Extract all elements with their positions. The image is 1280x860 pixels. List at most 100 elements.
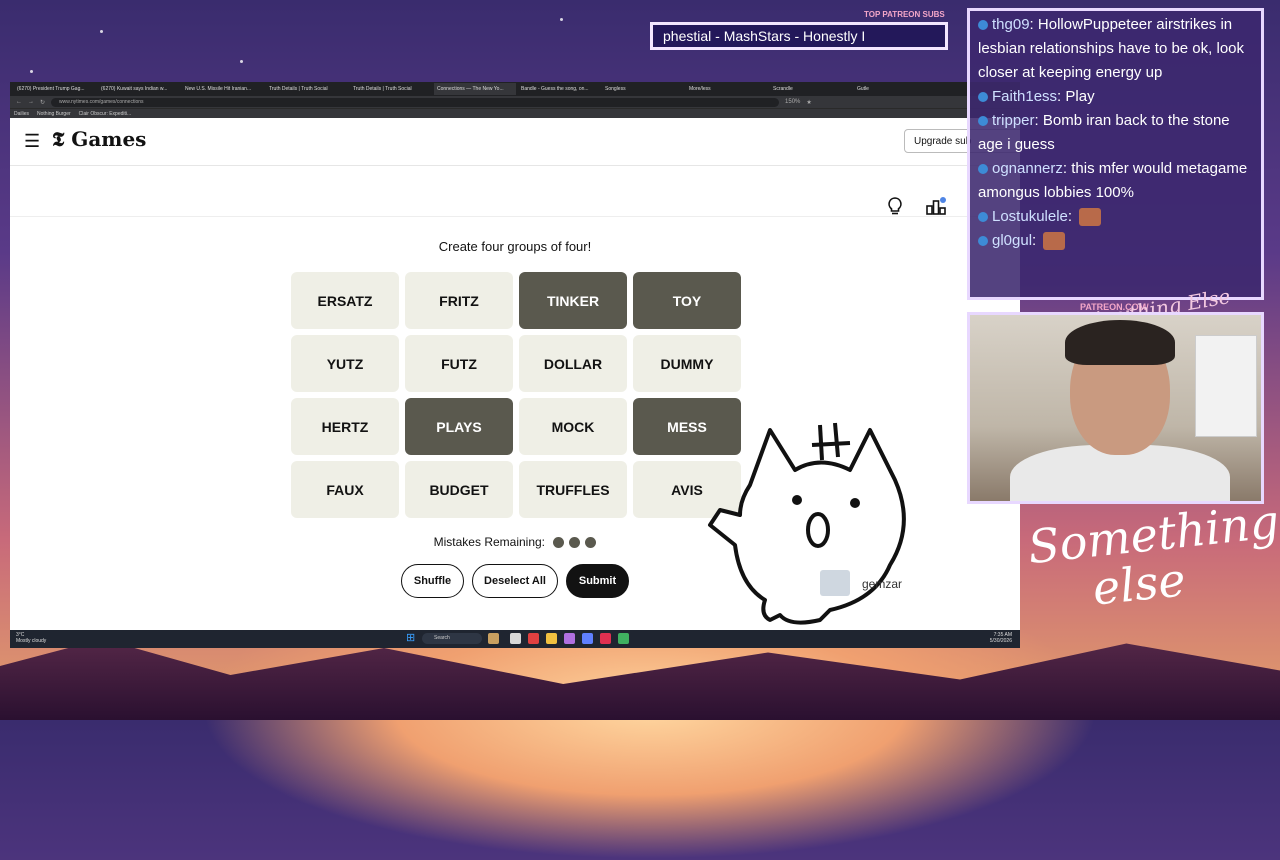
taskbar-app-icon[interactable]: [564, 633, 575, 644]
browser-tab[interactable]: Truth Details | Truth Social: [350, 83, 432, 95]
star-icon[interactable]: ★: [806, 99, 811, 106]
logo-text: Games: [71, 127, 147, 151]
weather-desc: Mostly cloudy: [16, 638, 47, 644]
word-tile[interactable]: DUMMY: [633, 335, 741, 392]
chat-separator: :: [1029, 16, 1038, 33]
word-tile[interactable]: BUDGET: [405, 461, 513, 518]
browser-tab[interactable]: (6270) Kuwait says Indian w...: [98, 83, 180, 95]
back-icon[interactable]: ←: [16, 99, 22, 105]
mistake-dot: [585, 537, 597, 549]
mistakes-label: Mistakes Remaining:: [433, 535, 546, 549]
chat-badge-icon: [978, 92, 988, 103]
word-tile[interactable]: FAUX: [291, 461, 399, 518]
weather-widget[interactable]: 3°C Mostly cloudy: [16, 632, 46, 644]
taskbar-app-icon[interactable]: [600, 633, 611, 644]
emote-icon: [1043, 232, 1066, 251]
word-tile[interactable]: MOCK: [519, 398, 627, 455]
taskbar-app-icon[interactable]: [528, 633, 539, 644]
browser-tab[interactable]: Connections — The New Yo...: [434, 83, 516, 95]
taskbar-search[interactable]: Search: [422, 633, 482, 644]
taskbar-app-icon[interactable]: [488, 633, 499, 644]
chat-badge-icon: [978, 116, 988, 127]
word-tile[interactable]: FRITZ: [405, 272, 513, 329]
mistake-dot: [553, 537, 565, 549]
chat-message: Lostukulele:: [978, 205, 1253, 229]
word-tile[interactable]: TINKER: [519, 272, 627, 329]
chat-username[interactable]: ognannerz: [992, 160, 1063, 177]
browser-tab[interactable]: Truth Details | Truth Social: [266, 83, 348, 95]
url-field[interactable]: www.nytimes.com/games/connections: [51, 97, 780, 107]
chat-badge-icon: [978, 236, 988, 247]
browser-tab[interactable]: New U.S. Missile Hit Iranian...: [182, 83, 264, 95]
chat-badge-icon: [978, 164, 988, 175]
chrome-icon[interactable]: [618, 633, 629, 644]
word-tile[interactable]: DOLLAR: [519, 335, 627, 392]
browser-tab[interactable]: Gutle: [854, 83, 936, 95]
game-controls: Shuffle Deselect All Submit: [401, 564, 629, 598]
word-tile[interactable]: FUTZ: [405, 335, 513, 392]
star: [100, 30, 103, 33]
patreon-ticker: phestial - MashStars - Honestly I: [650, 22, 948, 50]
forward-icon[interactable]: →: [28, 99, 34, 105]
taskbar-app-icon[interactable]: [582, 633, 593, 644]
browser-tab[interactable]: Songless: [602, 83, 684, 95]
chat-username[interactable]: Faith1ess: [992, 88, 1057, 105]
star: [560, 18, 563, 21]
tab-bar: (6270) President Trump Gag... (6270) Kuwa…: [10, 82, 1020, 96]
sticker-credit: gemzar: [862, 577, 903, 591]
word-tile[interactable]: YUTZ: [291, 335, 399, 392]
game-toolbar: [10, 166, 1020, 217]
chat-message: tripper: Bomb iran back to the stone age…: [978, 109, 1253, 157]
chat-badge-icon: [978, 20, 988, 31]
site-header: ☰ 𝕿 Games Upgrade sub: [10, 117, 1020, 166]
shuffle-button[interactable]: Shuffle: [401, 564, 464, 598]
bookmark-item[interactable]: Nothing Burger: [37, 111, 71, 117]
bookmark-item[interactable]: Dailies: [14, 111, 29, 117]
cabinet: [1195, 335, 1257, 437]
word-tile[interactable]: HERTZ: [291, 398, 399, 455]
reload-icon[interactable]: ↻: [40, 99, 45, 106]
chat-badge-icon: [978, 212, 988, 223]
windows-start-icon[interactable]: ⊞: [406, 633, 417, 644]
chat-username[interactable]: tripper: [992, 112, 1035, 129]
browser-tab[interactable]: More/less: [686, 83, 768, 95]
chat-separator: :: [1067, 208, 1077, 225]
chat-username[interactable]: gl0gul: [992, 232, 1032, 249]
chat-username[interactable]: Lostukulele: [992, 208, 1068, 225]
star: [240, 60, 243, 63]
word-tile[interactable]: ERSATZ: [291, 272, 399, 329]
chat-message: Faith1ess: Play: [978, 85, 1253, 109]
taskbar-app-icon[interactable]: [510, 633, 521, 644]
word-grid: ERSATZ FRITZ TINKER TOY YUTZ FUTZ DOLLAR DUMMY H…: [291, 272, 741, 518]
chat-text: Play: [1065, 88, 1095, 105]
address-bar-row: ← → ↻ www.nytimes.com/games/connections …: [10, 96, 1020, 108]
chat-username[interactable]: thg09: [992, 16, 1030, 33]
word-tile[interactable]: TOY: [633, 272, 741, 329]
mistake-dots: [548, 535, 597, 549]
clock-date: 5/30/2026: [989, 638, 1012, 644]
chat-separator: :: [1062, 160, 1072, 177]
stream-chat: thg09: HollowPuppeteer airstrikes in les…: [967, 8, 1264, 300]
deselect-all-button[interactable]: Deselect All: [472, 564, 558, 598]
menu-icon[interactable]: ☰: [24, 131, 40, 152]
word-tile[interactable]: PLAYS: [405, 398, 513, 455]
folder-icon[interactable]: [546, 633, 557, 644]
submit-button[interactable]: Submit: [566, 564, 629, 598]
star: [30, 70, 33, 73]
webcam-feed: [967, 312, 1264, 504]
browser-tab[interactable]: Bandle - Guess the song, on...: [518, 83, 600, 95]
browser-tab[interactable]: (6270) President Trump Gag...: [14, 83, 96, 95]
zoom-indicator[interactable]: 150%: [785, 99, 800, 105]
taskbar-clock[interactable]: 7:35 AM 5/30/2026: [990, 632, 1012, 644]
hint-bulb-icon[interactable]: [886, 197, 904, 215]
chat-message: thg09: HollowPuppeteer airstrikes in les…: [978, 13, 1253, 85]
bookmark-item[interactable]: Clair Obscur: Expediti...: [79, 111, 132, 117]
stats-icon[interactable]: [926, 197, 946, 215]
patreon-subs-label: TOP PATREON SUBS: [864, 10, 945, 19]
mistake-dot: [569, 537, 581, 549]
browser-tab[interactable]: Scrandle: [770, 83, 852, 95]
sticker-thumbnail: [820, 570, 850, 596]
word-tile[interactable]: TRUFFLES: [519, 461, 627, 518]
nyt-games-logo[interactable]: 𝕿 Games: [52, 127, 146, 151]
streamer-hair: [1065, 320, 1175, 365]
